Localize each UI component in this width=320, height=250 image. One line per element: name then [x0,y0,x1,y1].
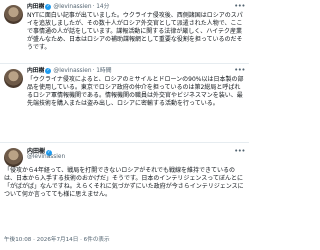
author-name[interactable]: 内田樹 [27,67,44,75]
tweet[interactable]: 内田樹 ✓ @levinassien · 14分 ••• NYTに面白い記事が出… [0,0,249,64]
avatar[interactable] [4,5,23,24]
more-options-icon[interactable]: ••• [234,2,245,10]
avatar[interactable] [4,69,23,88]
post-time[interactable]: · 1時間 [93,67,112,75]
author-handle[interactable]: @levinassien [27,154,65,160]
more-options-icon[interactable]: ••• [234,147,245,155]
verified-badge-icon: ✓ [45,4,52,10]
tweet-text: 「侵攻から4年経って、戦局を打開できないロシアがそれでも戦線を維持できているのは… [4,167,244,198]
author-handle[interactable]: @levinassien [53,3,91,11]
avatar[interactable] [4,148,23,167]
tweet-header: 内田樹 ✓ @levinassien · 1時間 [27,67,112,75]
tweet-text: 「ウクライナ侵攻によると、ロシアのミサイルとドローンの90%以は日本製の部品を使… [27,76,244,107]
tweet-text: NYTに面白い記事が出ていました。ウクライナ侵攻後、西側諸国はロシアのスパイを追… [27,12,243,51]
post-time[interactable]: · 14分 [93,3,110,11]
post-timestamp[interactable]: 午後10:08 · 2026年7月14日 · 6件の表示 [4,235,110,243]
author-name[interactable]: 内田樹 [27,3,44,11]
tweet-feed: 内田樹 ✓ @levinassien · 14分 ••• NYTに面白い記事が出… [0,0,249,250]
tweet-detail[interactable]: 内田樹 ✓ @levinassien ••• 「侵攻から4年経って、戦局を打開でき… [0,143,249,250]
author-handle[interactable]: @levinassien [53,67,91,75]
more-options-icon[interactable]: ••• [234,66,245,74]
tweet[interactable]: 内田樹 ✓ @levinassien · 1時間 ••• 「ウクライナ侵攻による… [0,64,249,143]
tweet-header: 内田樹 ✓ @levinassien · 14分 [27,3,109,11]
verified-badge-icon: ✓ [45,68,52,74]
